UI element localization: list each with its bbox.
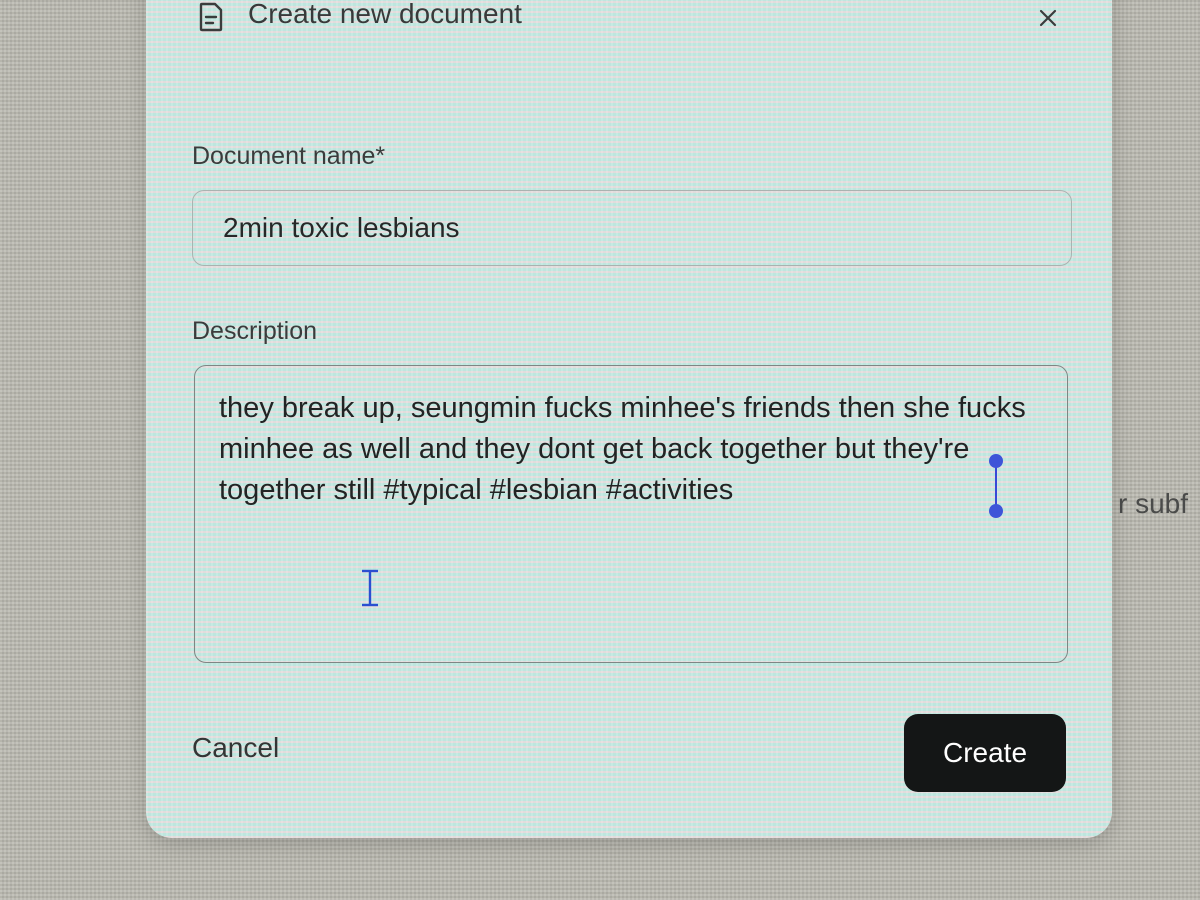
cancel-button[interactable]: Cancel	[192, 732, 279, 764]
document-name-label: Document name*	[192, 142, 386, 170]
document-name-input[interactable]	[192, 190, 1072, 266]
text-cursor-icon	[362, 569, 378, 607]
create-button[interactable]: Create	[904, 714, 1066, 792]
create-document-dialog: Create new document Document name* Descr…	[146, 0, 1112, 838]
description-text: they break up, seungmin fucks minhee's f…	[219, 392, 1034, 506]
document-icon	[199, 2, 223, 32]
close-icon[interactable]	[1036, 6, 1060, 30]
description-textarea[interactable]: they break up, seungmin fucks minhee's f…	[194, 365, 1068, 663]
text-selection-handle[interactable]	[989, 454, 1003, 518]
dialog-header: Create new document	[146, 0, 1112, 36]
dialog-title: Create new document	[248, 0, 522, 29]
description-label: Description	[192, 317, 318, 345]
background-text-fragment: r subf	[1118, 488, 1189, 519]
